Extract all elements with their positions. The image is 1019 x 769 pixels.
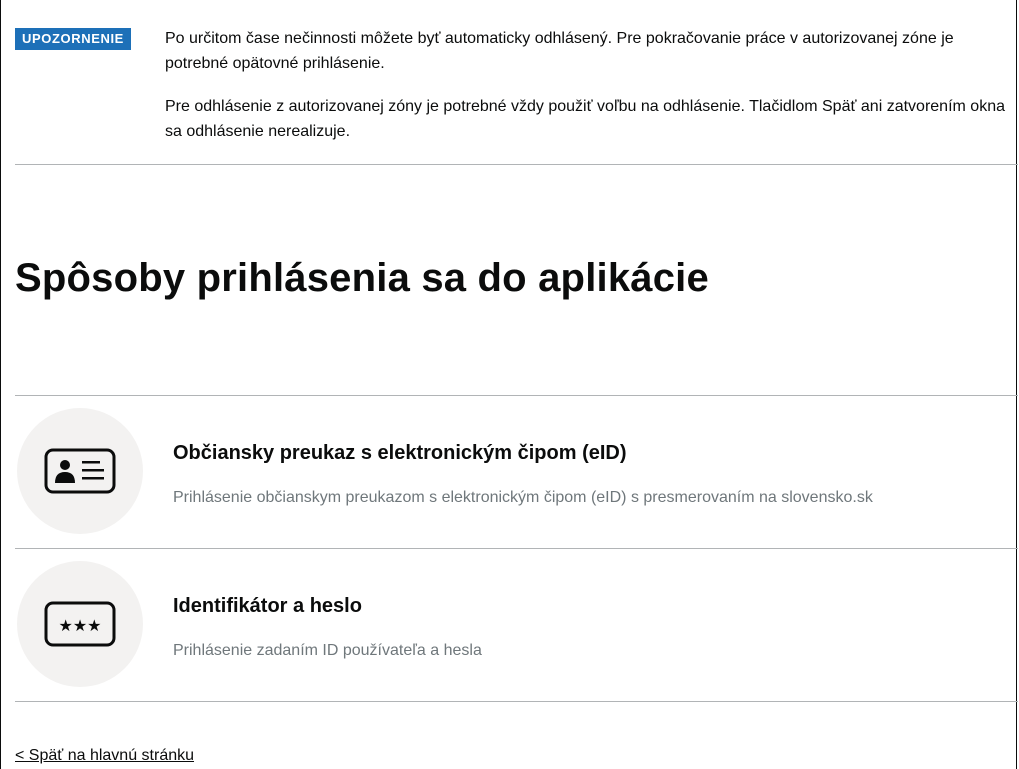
- method-icon-circle: [17, 408, 143, 534]
- warning-text: Po určitom čase nečinnosti môžete byť au…: [165, 26, 1015, 162]
- divider: [15, 164, 1018, 165]
- warning-paragraph: Po určitom čase nečinnosti môžete byť au…: [165, 30, 954, 72]
- page-frame: UPOZORNENIE Po určitom čase nečinnosti m…: [0, 0, 1018, 769]
- divider: [15, 701, 1018, 702]
- warning-paragraph: Pre odhlásenie z autorizovanej zóny je p…: [165, 98, 1005, 140]
- divider: [15, 395, 1018, 396]
- login-method-password[interactable]: ★★★ Identifikátor a heslo Prihlásenie za…: [15, 551, 1018, 701]
- divider: [15, 548, 1018, 549]
- method-description: Prihlásenie zadaním ID používateľa a hes…: [173, 642, 482, 659]
- page-title: Spôsoby prihlásenia sa do aplikácie: [15, 256, 709, 300]
- back-to-home-link[interactable]: < Späť na hlavnú stránku: [15, 744, 194, 768]
- method-title: Občiansky preukaz s elektronickým čipom …: [173, 442, 627, 464]
- method-description: Prihlásenie občianskym preukazom s elekt…: [173, 489, 873, 506]
- login-method-eid[interactable]: Občiansky preukaz s elektronickým čipom …: [15, 398, 1018, 548]
- svg-text:★★★: ★★★: [58, 616, 101, 635]
- method-title: Identifikátor a heslo: [173, 595, 362, 617]
- password-icon: ★★★: [44, 601, 116, 652]
- id-card-icon: [44, 448, 116, 499]
- warning-tag: UPOZORNENIE: [15, 28, 131, 50]
- method-icon-circle: ★★★: [17, 561, 143, 687]
